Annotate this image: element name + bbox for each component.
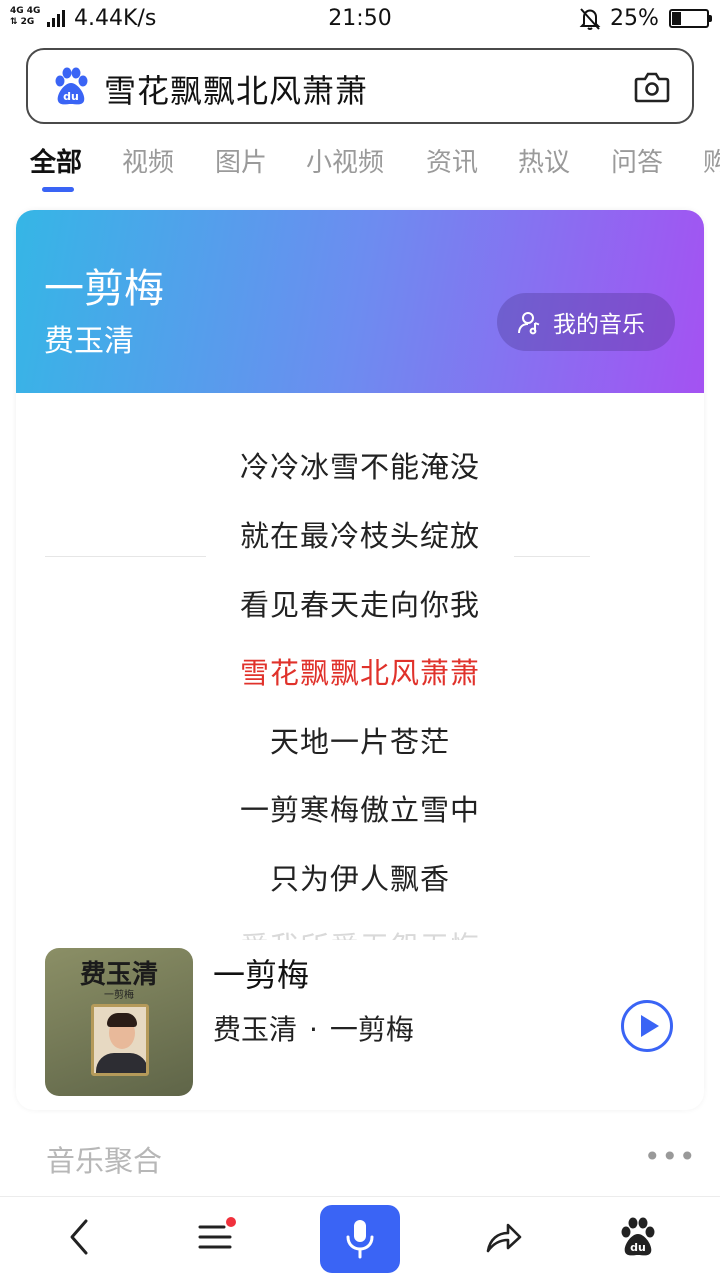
- back-icon[interactable]: [60, 1217, 100, 1257]
- lyric-line: 只为伊人飘香: [269, 862, 450, 896]
- music-card-header[interactable]: 一剪梅 费玉清 我的音乐: [16, 210, 704, 393]
- svg-text:du: du: [630, 1241, 646, 1254]
- lyric-line: 就在最冷枝头绽放: [239, 519, 480, 553]
- baidu-logo-icon: du: [55, 67, 88, 105]
- track-meta: 费玉清 · 一剪梅: [213, 1008, 414, 1048]
- album-cover-subtitle: 一剪梅: [104, 990, 134, 1001]
- lyric-line: 看见春天走向你我: [239, 588, 480, 622]
- svg-text:du: du: [63, 90, 79, 103]
- track-album: 一剪梅: [329, 1013, 414, 1046]
- section-title: 音乐聚合: [46, 1144, 163, 1178]
- tab-video[interactable]: 视频: [122, 142, 174, 179]
- divider: [45, 556, 206, 557]
- search-input[interactable]: 雪花飘飘北风萧萧: [104, 66, 368, 112]
- lyric-line-current: 雪花飘飘北风萧萧: [239, 656, 480, 690]
- lyric-line: 天地一片苍茫: [269, 725, 450, 759]
- mute-bell-icon: [579, 8, 601, 30]
- voice-search-button[interactable]: [320, 1205, 400, 1273]
- album-portrait: [91, 1004, 149, 1076]
- microphone-icon: [346, 1220, 374, 1259]
- camera-icon[interactable]: [634, 70, 670, 104]
- artist-name: 费玉清: [44, 324, 134, 359]
- separator: ·: [309, 1013, 318, 1046]
- search-tabs: 全部 视频 图片 小视频 资讯 热议 问答 购: [0, 136, 720, 196]
- track-item[interactable]: 费玉清 一剪梅 一剪梅 费玉清 · 一剪梅: [16, 948, 704, 1098]
- tab-discussion[interactable]: 热议: [518, 142, 570, 179]
- share-icon[interactable]: [484, 1217, 524, 1257]
- tab-images[interactable]: 图片: [215, 142, 267, 179]
- active-tab-indicator: [42, 187, 74, 192]
- lyric-line: 一剪寒梅傲立雪中: [239, 793, 480, 827]
- notification-badge: [226, 1217, 236, 1227]
- tab-shopping[interactable]: 购: [703, 142, 720, 179]
- tab-qa[interactable]: 问答: [611, 142, 663, 179]
- divider: [514, 556, 590, 557]
- baidu-icon[interactable]: du: [618, 1217, 658, 1257]
- lyric-line: 冷冷冰雪不能淹没: [239, 450, 480, 484]
- battery-icon: [669, 9, 712, 28]
- my-music-button[interactable]: 我的音乐: [497, 293, 675, 351]
- bottom-nav: du: [0, 1196, 720, 1280]
- search-box[interactable]: du 雪花飘飘北风萧萧: [26, 48, 694, 124]
- lyrics-panel[interactable]: 冷冷冰雪不能淹没 就在最冷枝头绽放 看见春天走向你我 雪花飘飘北风萧萧 天地一片…: [16, 430, 704, 940]
- track-artist: 费玉清: [213, 1013, 298, 1046]
- tab-news[interactable]: 资讯: [426, 142, 478, 179]
- music-user-icon: [518, 312, 540, 335]
- album-cover[interactable]: 费玉清 一剪梅: [45, 948, 193, 1096]
- battery-percent: 25%: [610, 6, 659, 31]
- more-options-icon[interactable]: •••: [644, 1140, 697, 1173]
- tab-all[interactable]: 全部: [30, 142, 82, 179]
- track-title: 一剪梅: [213, 956, 310, 994]
- status-bar: 4G 4G ⇅ 2G 4.44K/s 21:50 25%: [0, 0, 720, 40]
- lyric-line: 爱我所爱无怨无悔: [16, 924, 704, 940]
- my-music-label: 我的音乐: [553, 312, 645, 338]
- music-card: 一剪梅 费玉清 我的音乐 冷冷冰雪不能淹没 就在最冷枝头绽放 看见春天走向你我 …: [16, 210, 704, 1110]
- play-button[interactable]: [621, 1000, 673, 1052]
- tab-short-video[interactable]: 小视频: [306, 142, 384, 179]
- song-title: 一剪梅: [44, 266, 164, 312]
